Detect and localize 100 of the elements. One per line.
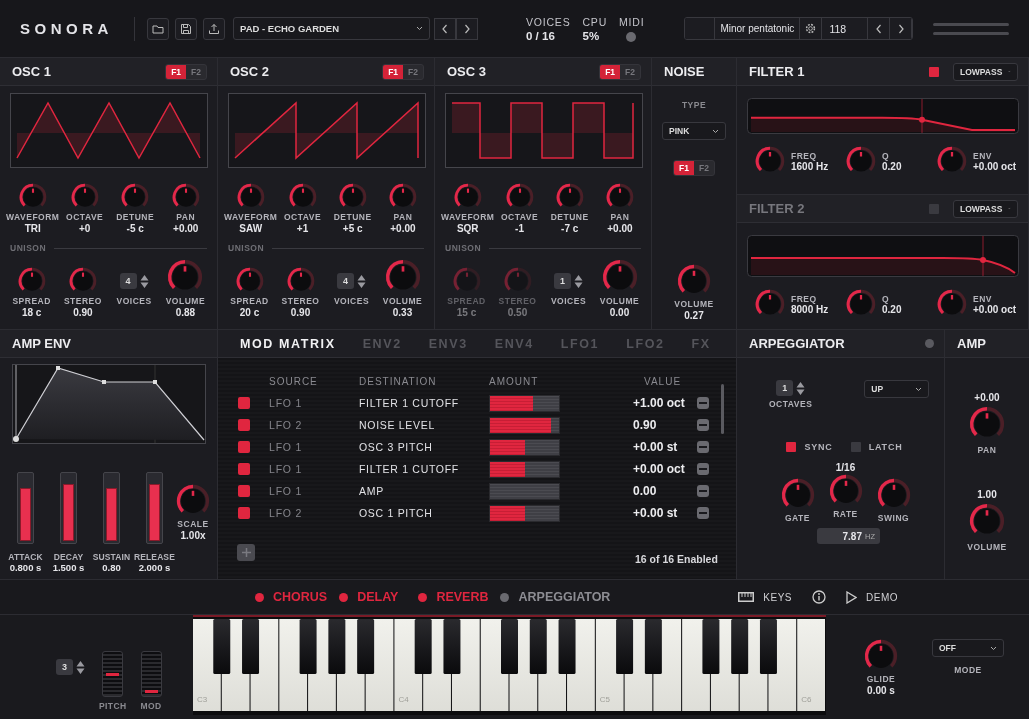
effect-toggle[interactable]: REVERB [436,590,489,604]
envelope-slider[interactable] [146,472,163,544]
mode-dropdown[interactable]: OFF [932,639,1004,657]
noise-type-dropdown[interactable]: PINK [662,122,726,140]
remove-button[interactable] [697,441,709,453]
slider-label: ATTACK [8,552,43,562]
octaves-stepper[interactable]: 1 [776,380,794,396]
panel-title: OSC 2 [230,64,270,79]
remove-button[interactable] [697,507,709,519]
amount-bar[interactable] [489,438,560,456]
enable-checkbox[interactable] [929,66,939,77]
effect-toggle[interactable]: CHORUS [273,590,328,604]
knob-value: +0.00 [173,223,199,234]
filter-route-toggle[interactable]: F1 [166,64,187,79]
voices-stepper[interactable]: 4 [337,273,354,289]
save-button[interactable] [175,17,197,40]
stepper-arrows-icon[interactable] [796,380,806,396]
filter-type-dropdown[interactable]: LOWPASS [953,199,1018,218]
knob-value: 0.20 [882,160,902,172]
effect-toggle[interactable]: ARPEGGIATOR [518,590,611,604]
filter-route-toggle[interactable]: F1 [383,64,404,79]
row-checkbox[interactable] [238,441,250,453]
knob-label: Q [882,150,891,161]
amount-bar[interactable] [489,416,560,434]
enable-checkbox[interactable] [929,203,939,214]
knob-label: PAN [610,212,630,222]
row-checkbox[interactable] [238,463,250,475]
voices-stepper[interactable]: 1 [554,273,571,289]
checkbox[interactable] [786,442,797,452]
filter-route-toggle[interactable]: F1 [674,161,694,175]
voices-stepper[interactable]: 4 [119,273,137,289]
knob-value: 0.00 s [867,685,895,696]
knob-label: STEREO [498,296,537,306]
scale-selector[interactable]: Minor pentatonic [715,18,801,39]
envelope-slider[interactable] [103,472,120,544]
export-button[interactable] [203,17,225,40]
preset-dropdown[interactable]: PAD - ECHO GARDEN [233,17,430,40]
stepper-arrows-icon[interactable] [139,273,149,289]
caret-icon [712,128,719,134]
scrollbar[interactable] [721,384,724,434]
row-checkbox[interactable] [238,507,250,519]
plus-icon [241,548,251,557]
remove-button[interactable] [697,397,709,409]
stepper-arrows-icon[interactable] [76,659,85,675]
octave-stepper[interactable]: 3 [56,659,73,675]
filter-route-toggle[interactable]: F2 [186,64,206,79]
info-button[interactable] [812,590,826,604]
knob-value: SQR [456,223,479,234]
previous-button[interactable] [434,17,456,40]
filter-route-toggle[interactable]: F2 [620,64,640,79]
tab[interactable]: MOD MATRIX [240,336,336,351]
remove-button[interactable] [697,463,709,475]
tempo-field[interactable]: 118 [822,18,869,39]
stat-label: MIDI [619,15,645,28]
remove-button[interactable] [697,419,709,431]
previous-button[interactable] [868,18,891,39]
row-checkbox[interactable] [238,485,250,497]
envelope-slider[interactable] [60,472,77,544]
row-checkbox[interactable] [238,397,250,409]
settings-icon[interactable] [805,23,817,34]
knob-label: OCTAVE [66,212,104,222]
value-cell-text: +0.00 st [633,506,679,520]
power-indicator[interactable] [925,339,934,348]
stat-value: 0 / 16 [526,29,556,42]
open-button[interactable] [147,17,169,40]
next-button[interactable] [456,17,478,40]
filter-route-toggle[interactable]: F2 [403,64,423,79]
knob-value: +5 c [342,223,363,234]
play-button[interactable]: DEMO [846,590,898,604]
filter-type-dropdown[interactable]: LOWPASS [953,62,1018,81]
effect-toggle[interactable]: DELAY [357,590,399,604]
keyboard-button[interactable]: KEYS [738,591,792,603]
filter-route-toggle[interactable]: F1 [600,64,621,79]
knob-value: +0.00 oct [973,303,1017,315]
piano-keyboard-drawing[interactable] [193,617,826,711]
stepper-arrows-icon[interactable] [574,273,583,289]
amount-bar[interactable] [489,460,560,478]
stepper-arrows-icon[interactable] [357,273,366,289]
slider-value: 0.80 [102,562,121,573]
direction-dropdown[interactable]: UP [864,380,930,398]
pitch-wheel[interactable] [102,651,124,697]
amount-bar[interactable] [489,504,560,522]
slider-value: 1.500 s [52,562,85,573]
panel-title: ARPEGGIATOR [749,336,846,351]
filter-route-toggle[interactable]: F2 [694,161,714,175]
folder-icon [152,22,164,35]
knob-label: DETUNE [550,212,589,222]
upload-icon [208,22,220,35]
add-button[interactable] [237,544,255,561]
source-cell-text: LFO 1 [269,463,304,475]
knob-label: WAVEFORM [6,212,60,222]
checkbox[interactable] [850,442,861,452]
amount-bar[interactable] [489,394,560,412]
next-button[interactable] [890,18,913,39]
envelope-slider[interactable] [17,472,34,544]
mod-wheel[interactable] [140,651,162,697]
source-cell-text: LFO 1 [269,397,304,409]
row-checkbox[interactable] [238,419,250,431]
remove-button[interactable] [697,485,709,497]
panel-title: FILTER 2 [749,201,806,216]
